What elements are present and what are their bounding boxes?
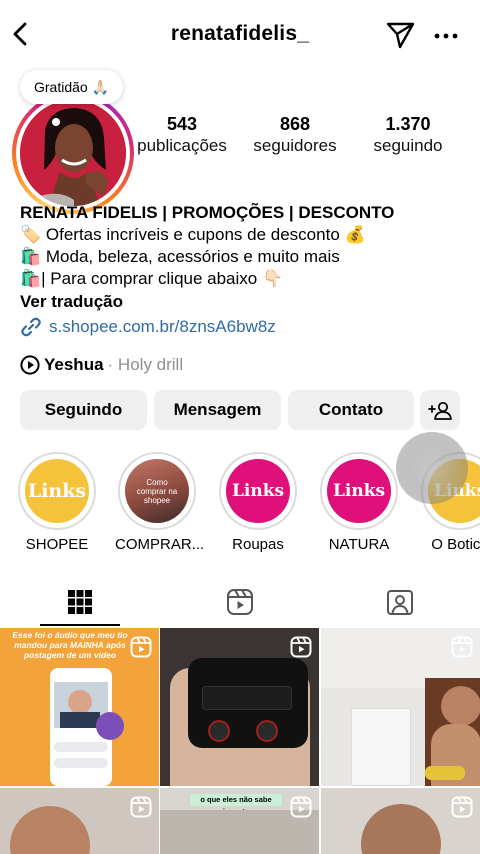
stat-following[interactable]: 1.370 seguindo [353,114,463,157]
profile-music[interactable]: Yeshua · Holy drill [20,354,183,376]
stat-followers[interactable]: 868 seguidores [240,114,350,157]
stat-following-label: seguindo [373,136,443,155]
music-artist: · Holy drill [107,355,184,374]
bio-line: 🛍️ Moda, beleza, acessórios e muito mais [20,247,340,266]
stat-following-count: 1.370 [385,114,431,134]
bio-external-link[interactable]: s.shopee.com.br/8znsA6bw8z [20,315,470,339]
bio-section: RENATA FIDELIS | PROMOÇÕES | DESCONTO 🏷️… [20,202,470,339]
highlight-label: Roupas [232,536,284,553]
see-translation-link[interactable]: Ver tradução [20,290,470,314]
tab-tagged[interactable] [320,578,480,626]
profile-header: renatafidelis_ [0,0,480,70]
profile-tabs [0,578,480,626]
more-options-icon[interactable] [432,24,460,48]
grid-post[interactable] [0,788,159,854]
stat-posts-label: publicações [137,136,227,155]
highlight-shopee[interactable]: Links SHOPEE [15,452,99,554]
stat-followers-count: 868 [279,114,311,134]
following-button[interactable]: Seguindo [20,390,147,430]
post-caption: o que eles não sabe inventa [190,794,282,816]
stat-posts-count: 543 [166,114,198,134]
assistive-touch-button[interactable] [396,432,468,504]
grid-post[interactable] [160,628,319,786]
avatar[interactable] [20,100,126,206]
reel-indicator-icon [451,796,473,818]
stat-followers-label: seguidores [253,136,337,155]
avatar-photo [20,100,126,206]
highlight-ring: Links [219,452,297,530]
reel-indicator-icon [130,636,152,658]
grid-post[interactable] [321,788,480,854]
bio-line: 🛍️| Para comprar clique abaixo 👇🏻 [20,269,284,288]
message-button[interactable]: Mensagem [154,390,281,430]
highlight-label: O Botica [431,536,480,553]
highlight-ring: Como comprar na shopee [118,452,196,530]
reels-icon [227,589,253,615]
bio-name: RENATA FIDELIS | PROMOÇÕES | DESCONTO [20,203,395,222]
highlight-cover: Como comprar na shopee [125,459,189,523]
highlight-cover: Links [25,459,89,523]
highlight-natura[interactable]: Links NATURA [317,452,401,554]
highlight-cover: Links [226,459,290,523]
avatar-story-ring[interactable] [12,92,134,214]
link-icon [21,317,41,337]
stat-posts[interactable]: 543 publicações [127,114,237,157]
note-bubble[interactable]: Gratidão 🙏🏻 [20,70,124,104]
music-track: Yeshua [44,355,104,374]
tab-reels[interactable] [160,578,320,626]
grid-post[interactable]: o que eles não sabe inventa [160,788,319,854]
highlight-ring: Links [18,452,96,530]
avatar-ring-gap [16,96,130,210]
tagged-person-icon [387,590,413,615]
highlight-label: NATURA [328,536,390,553]
contact-button[interactable]: Contato [288,390,414,430]
tab-posts-grid[interactable] [0,578,160,626]
bio-line: 🏷️ Ofertas incríveis e cupons de descont… [20,225,366,244]
reel-indicator-icon [130,796,152,818]
posts-grid: Esse foi o áudio que meu tio mandou para… [0,628,480,854]
grid-post[interactable] [321,628,480,786]
reel-indicator-icon [290,636,312,658]
direct-message-icon[interactable] [384,20,416,50]
highlight-label: SHOPEE [25,536,89,553]
grid-icon [68,590,92,614]
bio-link-text[interactable]: s.shopee.com.br/8znsA6bw8z [49,315,276,339]
post-caption: Esse foi o áudio que meu tio mandou para… [12,630,128,660]
highlight-ring: Links [320,452,398,530]
highlight-roupas[interactable]: Links Roupas [216,452,300,554]
play-icon [20,355,40,375]
add-person-icon [428,401,452,420]
reel-indicator-icon [451,636,473,658]
highlight-cover: Links [327,459,391,523]
highlight-label: COMPRAR... [115,536,205,553]
suggested-people-button[interactable] [420,390,460,430]
reel-indicator-icon [290,796,312,818]
highlight-comprar[interactable]: Como comprar na shopee COMPRAR... [115,452,205,554]
active-tab-indicator [40,624,120,626]
grid-post[interactable]: Esse foi o áudio que meu tio mandou para… [0,628,159,786]
